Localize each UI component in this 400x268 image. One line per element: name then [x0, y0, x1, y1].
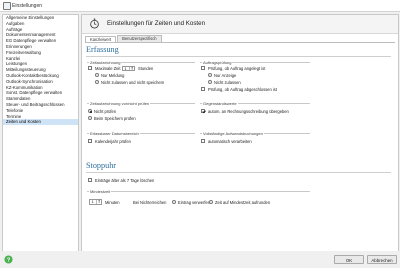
nicht-zulassen-speichern-radio[interactable]: [95, 80, 100, 85]
panel-title: Einstellungen für Zeiten und Kosten: [107, 20, 206, 27]
nur-anzeige-label: Nur Anzeige: [214, 73, 237, 78]
eintrag-verwerfen-label: Eintrag verwerfen: [178, 199, 211, 205]
svg-text:?: ?: [7, 257, 11, 263]
gegenstandswerte-label: autom. an Rechnungsschreibung übergeben: [208, 109, 289, 114]
tab-bar: Kanzleiwert Benutzerspezifisch: [85, 35, 163, 43]
group-vollstaendige: Vollständige Aufwandsbuchungen: [200, 131, 310, 136]
nur-meldung-radio[interactable]: [95, 73, 100, 78]
cancel-button[interactable]: Abbrechen: [367, 254, 397, 264]
eintraege-loeschen-label: Einträge älter als 7 Tage löschen: [95, 178, 155, 183]
zeit-aufrunden-radio[interactable]: [209, 200, 214, 205]
group-mindestzeit: Mindestzeit: [87, 189, 310, 194]
eintraege-loeschen-checkbox[interactable]: [88, 178, 93, 183]
maximale-zeit-stepper[interactable]: 1 ▲ ▼: [122, 65, 135, 72]
maximale-zeit-value: 1: [124, 65, 127, 71]
pruefung-angelegt-label: Prüfung, ob Auftrag angelegt ist: [208, 66, 266, 71]
group-zeitaufzeichnung-pruefen: Zeitaufzeichnung vor/nicht prüfen: [87, 101, 195, 106]
group-label: Zeitaufzeichnung vor/nicht prüfen: [89, 101, 151, 106]
nur-anzeige-radio[interactable]: [208, 73, 213, 78]
nur-meldung-label: Nur Meldung: [101, 73, 125, 78]
mindestzeit-value: 1: [91, 199, 94, 204]
beim-speichern-radio[interactable]: [88, 116, 93, 121]
dialog-footer: ? OK Abbrechen: [0, 251, 400, 268]
settings-nav: Allgemeine Einstellungen Aufgaben Aufträ…: [2, 14, 79, 252]
sidebar-item-selected[interactable]: Zeiten und Kosten: [3, 119, 78, 126]
section-title-stoppuhr: Stoppuhr: [86, 161, 117, 170]
app-icon: [3, 2, 11, 10]
maximale-zeit-checkbox[interactable]: [88, 66, 93, 71]
settings-panel: Einstellungen für Zeiten und Kosten Kanz…: [81, 14, 399, 252]
stopwatch-icon: [90, 18, 99, 29]
gegenstandswerte-checkbox[interactable]: [201, 109, 206, 114]
stepper-arrows-icon[interactable]: ▲ ▼: [96, 199, 101, 204]
group-gegenstandswerte: Gegenstandswerte: [200, 101, 310, 106]
help-icon[interactable]: ?: [4, 255, 13, 264]
group-label: Gegenstandswerte: [202, 101, 238, 106]
title-bar: Einstellungen: [0, 0, 400, 12]
group-label: Auftragsprüfung: [202, 60, 233, 65]
section-divider: [86, 172, 391, 173]
minuten-label: Minuten: [105, 199, 120, 205]
mindestzeit-stepper[interactable]: 1 ▲ ▼: [89, 199, 102, 205]
tab-divider: [85, 42, 395, 43]
window-title: Einstellungen: [12, 2, 43, 9]
group-label: Vollständige Aufwandsbuchungen: [202, 131, 264, 136]
maximale-zeit-label: Maximale Zeit: [95, 66, 121, 71]
vollstaendige-checkbox[interactable]: [201, 139, 206, 144]
nicht-pruefen-radio[interactable]: [88, 109, 93, 114]
pruefung-angelegt-checkbox[interactable]: [201, 66, 206, 71]
eintrag-verwerfen-radio[interactable]: [172, 200, 177, 205]
nicht-zulassen-radio[interactable]: [208, 80, 213, 85]
group-zeitaufzeichnung: Zeitaufzeichnung: [87, 60, 195, 65]
group-label: Zeitaufzeichnung: [89, 60, 122, 65]
group-auftragspruefung: Auftragsprüfung: [200, 60, 310, 65]
nicht-pruefen-label: Nicht prüfen: [94, 109, 117, 114]
zeit-aufrunden-label: Zeit auf Mindestzeit aufrunden: [215, 199, 271, 205]
ok-button[interactable]: OK: [334, 254, 364, 264]
kalenderjahr-checkbox[interactable]: [88, 139, 93, 144]
beim-speichern-label: Beim Speichern prüfen: [94, 116, 136, 121]
group-label: Mindestzeit: [89, 189, 112, 194]
vollstaendige-label: automatisch verarbeiten: [208, 139, 252, 144]
pruefung-abgeschlossen-label: Prüfung, ob Auftrag abgeschlossen ist: [208, 87, 277, 92]
panel-header: Einstellungen für Zeiten und Kosten: [82, 15, 398, 34]
nicht-zulassen-speichern-label: Nicht zulassen und nicht speichern: [101, 80, 165, 85]
pruefung-abgeschlossen-checkbox[interactable]: [201, 87, 206, 92]
bei-nichterreichen-label: Bei Nichterreichen: [133, 199, 167, 205]
group-label: Erfassbarer Datumsbereich: [89, 131, 140, 136]
group-datumsbereich: Erfassbarer Datumsbereich: [87, 131, 195, 136]
kalenderjahr-label: Kalenderjahr prüfen: [95, 139, 131, 144]
stunden-label: Stunden: [138, 66, 154, 71]
nicht-zulassen-label: Nicht zulassen: [214, 80, 241, 85]
section-divider: [86, 56, 391, 57]
stepper-arrows-icon[interactable]: ▲ ▼: [129, 66, 134, 70]
section-title-erfassung: Erfassung: [86, 45, 119, 54]
